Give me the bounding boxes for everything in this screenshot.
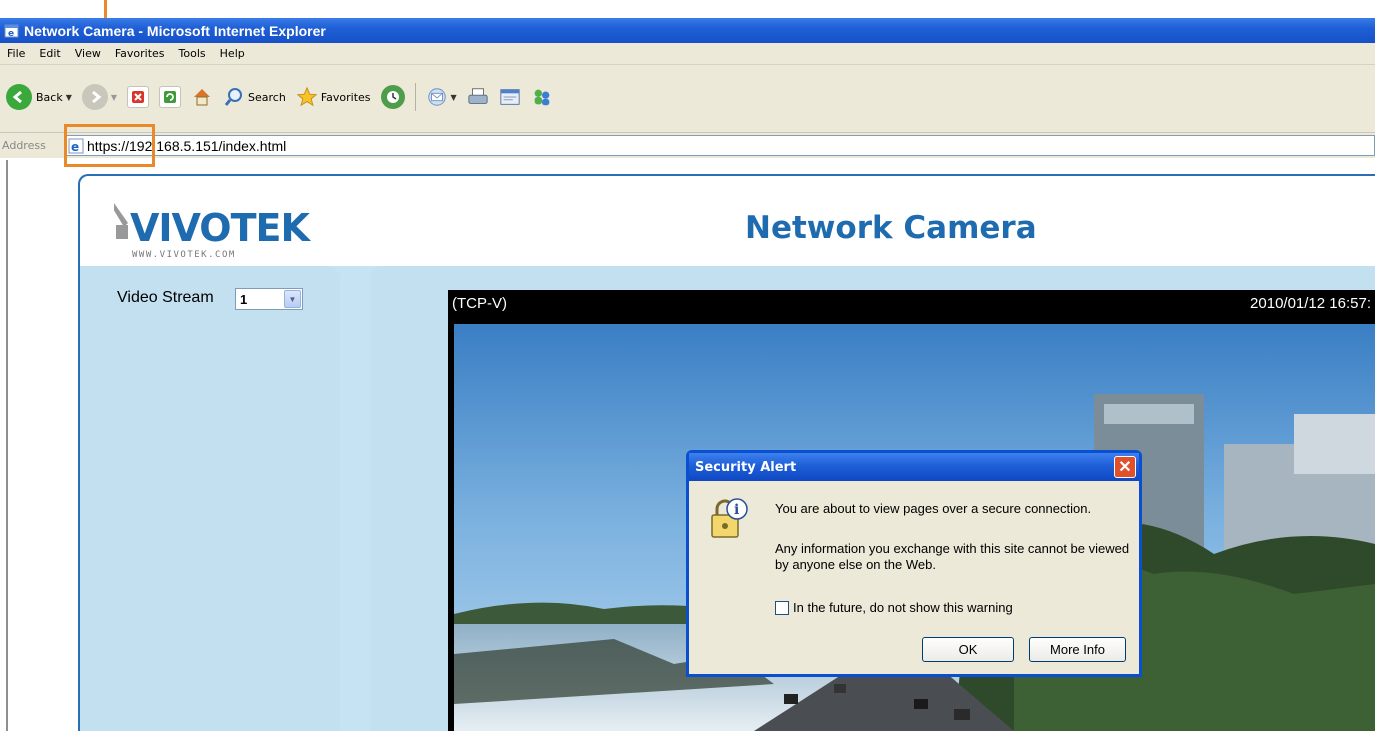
forward-dropdown-icon[interactable]: ▼ <box>111 93 117 102</box>
dialog-titlebar[interactable]: Security Alert <box>689 453 1139 481</box>
forward-button[interactable]: ▼ <box>81 84 117 110</box>
address-bar: Address e https://192.168.5.151/index.ht… <box>0 133 1375 158</box>
search-button[interactable]: Search <box>223 86 286 108</box>
address-input[interactable]: e https://192.168.5.151/index.html <box>64 135 1375 156</box>
menu-favorites[interactable]: Favorites <box>108 47 172 60</box>
menu-tools[interactable]: Tools <box>172 47 213 60</box>
dont-show-checkbox[interactable]: In the future, do not show this warning <box>775 600 1013 615</box>
more-info-button[interactable]: More Info <box>1029 637 1126 662</box>
menu-edit[interactable]: Edit <box>32 47 67 60</box>
back-arrow-icon <box>6 84 32 110</box>
back-button[interactable]: Back ▼ <box>6 84 72 110</box>
video-info-bar: (TCP-V) 2010/01/12 16:57: <box>448 290 1375 316</box>
vivotek-logo: VIVOTEK WWW.VIVOTEK.COM <box>112 197 314 263</box>
video-stream-value: 1 <box>240 291 248 307</box>
edit-button[interactable] <box>499 86 521 108</box>
checkbox[interactable] <box>775 600 789 615</box>
refresh-icon <box>159 86 182 108</box>
stop-button[interactable] <box>127 86 150 108</box>
print-button[interactable] <box>467 86 489 108</box>
svg-text:e: e <box>8 29 14 39</box>
svg-text:VIVOTEK: VIVOTEK <box>130 206 311 250</box>
menu-file[interactable]: File <box>0 47 32 60</box>
security-alert-dialog: Security Alert ✕ i You are about to view… <box>686 450 1142 677</box>
toolbar-separator <box>414 83 416 111</box>
browser-toolbar: Back ▼ ▼ Search Favorites ▼ <box>0 65 1375 133</box>
messenger-icon <box>531 86 553 108</box>
close-icon[interactable]: ✕ <box>1114 456 1136 478</box>
home-button[interactable] <box>191 86 213 108</box>
mail-dropdown-icon[interactable]: ▼ <box>451 93 457 102</box>
star-icon <box>296 86 318 108</box>
window-titlebar[interactable]: e Network Camera - Microsoft Internet Ex… <box>0 18 1375 43</box>
video-timestamp: 2010/01/12 16:57: <box>1250 294 1371 312</box>
left-control-panel <box>80 266 340 731</box>
address-label: Address <box>2 139 46 152</box>
menu-view[interactable]: View <box>68 47 108 60</box>
back-dropdown-icon[interactable]: ▼ <box>66 93 72 102</box>
annotation-highlight-box <box>64 124 155 167</box>
content-frame-border <box>6 160 8 731</box>
printer-icon <box>467 86 489 108</box>
checkbox-label: In the future, do not show this warning <box>793 600 1013 615</box>
mail-button[interactable]: ▼ <box>426 86 457 108</box>
lock-info-icon: i <box>709 497 749 541</box>
back-label: Back <box>36 90 63 104</box>
history-icon <box>380 85 405 109</box>
search-label: Search <box>248 90 286 104</box>
svg-text:WWW.VIVOTEK.COM: WWW.VIVOTEK.COM <box>132 250 236 260</box>
ok-button[interactable]: OK <box>922 637 1014 662</box>
search-icon <box>223 86 245 108</box>
messenger-button[interactable] <box>531 86 553 108</box>
ie-window-icon: e <box>4 23 20 39</box>
menu-help[interactable]: Help <box>213 47 252 60</box>
mail-icon <box>426 86 448 108</box>
window-title: Network Camera - Microsoft Internet Expl… <box>24 22 326 39</box>
page-title: Network Camera <box>745 210 1037 246</box>
favorites-label: Favorites <box>320 90 371 104</box>
favorites-button[interactable]: Favorites <box>296 86 371 108</box>
forward-arrow-icon <box>81 84 108 110</box>
history-button[interactable] <box>380 85 405 109</box>
video-stream-select[interactable]: 1 ▼ <box>235 288 303 310</box>
home-icon <box>191 86 213 108</box>
chevron-down-icon[interactable]: ▼ <box>284 290 301 308</box>
dialog-message-2: Any information you exchange with this s… <box>775 541 1130 572</box>
dialog-title: Security Alert <box>695 459 797 475</box>
edit-page-icon <box>499 86 521 108</box>
video-mode: (TCP-V) <box>452 294 507 312</box>
refresh-button[interactable] <box>159 86 182 108</box>
dialog-message-1: You are about to view pages over a secur… <box>775 501 1092 516</box>
svg-text:i: i <box>734 502 739 518</box>
menu-bar: File Edit View Favorites Tools Help <box>0 43 1375 65</box>
video-stream-label: Video Stream <box>117 289 214 306</box>
stop-icon <box>127 86 150 108</box>
